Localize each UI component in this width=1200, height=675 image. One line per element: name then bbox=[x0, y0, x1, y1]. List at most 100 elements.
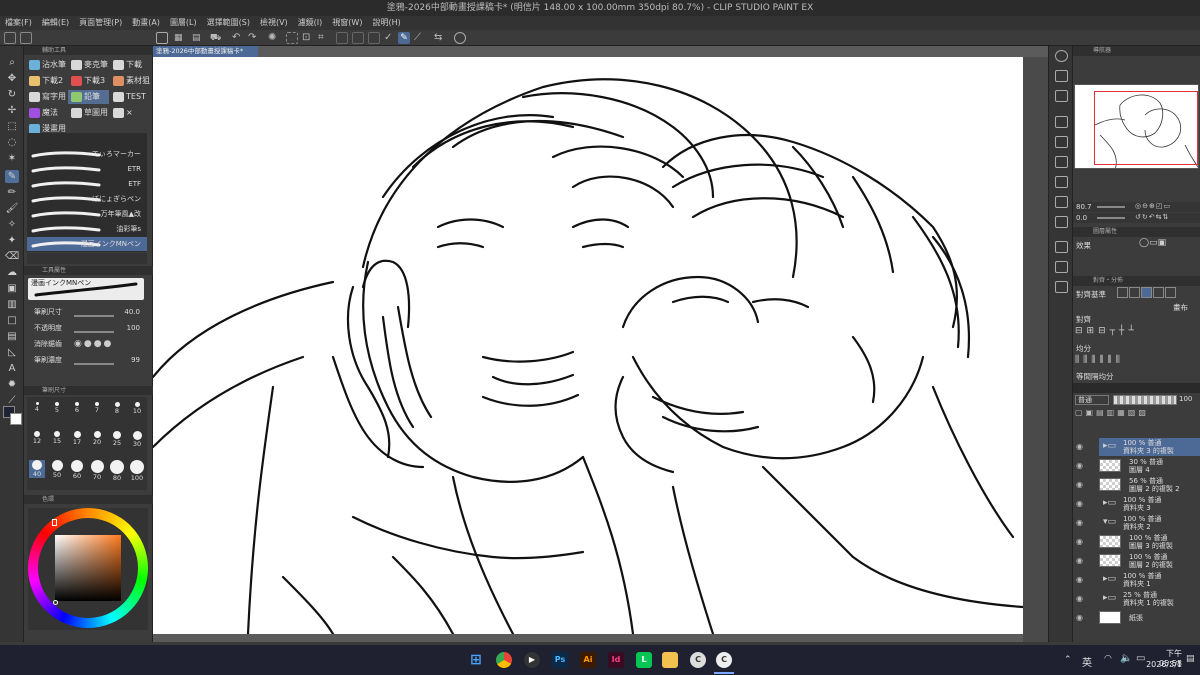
angle-value[interactable]: 0.0 bbox=[1076, 214, 1087, 222]
menu-item[interactable]: 視窗(W) bbox=[327, 16, 367, 30]
grid-icon[interactable] bbox=[368, 32, 380, 44]
brush-list-item[interactable]: ETF bbox=[27, 177, 147, 191]
property-value[interactable]: 100 bbox=[127, 321, 140, 335]
align-base-option[interactable] bbox=[1117, 287, 1128, 298]
subtool-item[interactable]: 麥克筆 bbox=[68, 58, 109, 72]
angle-slider[interactable] bbox=[1097, 217, 1125, 219]
crop-icon[interactable]: ⊡ bbox=[302, 32, 314, 44]
volume-icon[interactable]: 🔈 bbox=[1120, 653, 1132, 664]
clear-icon[interactable]: ▦ bbox=[174, 32, 186, 44]
fill-icon[interactable]: ▤ bbox=[192, 32, 204, 44]
layer-row[interactable]: 100 % 普通 圖層 2 的複製 bbox=[1099, 552, 1200, 570]
sub-color-swatch[interactable] bbox=[10, 413, 22, 425]
magic-wand-tool-icon[interactable]: ✶ bbox=[5, 152, 19, 165]
opacity-slider[interactable] bbox=[1113, 395, 1177, 405]
brush-tool-icon[interactable]: 🖌 bbox=[5, 202, 19, 215]
layer-visibility-icon[interactable]: ◉ bbox=[1076, 518, 1083, 527]
photoshop-icon[interactable]: Ps bbox=[552, 652, 568, 668]
new-file-icon[interactable] bbox=[4, 32, 16, 44]
pencil-tool-icon[interactable]: ✏ bbox=[5, 186, 19, 199]
start-icon[interactable]: ⊞ bbox=[468, 652, 484, 668]
transform-icon[interactable]: ⌗ bbox=[318, 32, 330, 44]
hue-marker[interactable] bbox=[52, 519, 57, 526]
figure-tool-icon[interactable]: □ bbox=[5, 314, 19, 327]
layer-row[interactable]: ▾▭ 100 % 普通 資料夾 2 bbox=[1099, 514, 1200, 532]
folder-icon[interactable]: ▸▭ bbox=[1103, 499, 1116, 508]
brush-size-option[interactable]: 70 bbox=[89, 460, 105, 481]
menu-item[interactable]: 檔案(F) bbox=[0, 16, 37, 30]
subtool-item[interactable]: 下載3 bbox=[68, 74, 109, 88]
brush-size-option[interactable]: 100 bbox=[129, 460, 145, 482]
brush-size-option[interactable]: 40 bbox=[29, 460, 45, 478]
line-snap-icon[interactable]: ⟋ bbox=[414, 32, 426, 44]
brush-list-item[interactable]: 万年筆風▲改 bbox=[27, 207, 147, 221]
menu-item[interactable]: 檢視(V) bbox=[255, 16, 293, 30]
file-explorer-icon[interactable] bbox=[662, 652, 678, 668]
layer-row[interactable]: 紙張 bbox=[1099, 609, 1200, 627]
illustrator-icon[interactable]: Ai bbox=[580, 652, 596, 668]
approximate-color-icon[interactable] bbox=[1055, 281, 1068, 293]
layer-visibility-icon[interactable]: ◉ bbox=[1076, 537, 1083, 546]
property-slider[interactable] bbox=[74, 331, 114, 333]
layer-visibility-icon[interactable]: ◉ bbox=[1076, 499, 1083, 508]
brush-size-option[interactable]: 10 bbox=[129, 402, 145, 415]
subtool-item[interactable]: 魔法 bbox=[26, 106, 67, 120]
zoom-buttons[interactable]: ◎⊖⊕◰▭ bbox=[1135, 202, 1171, 210]
layer-visibility-icon[interactable]: ◉ bbox=[1076, 575, 1083, 584]
zoom-value[interactable]: 80.7 bbox=[1076, 203, 1092, 211]
blend-tool-icon[interactable]: ☁ bbox=[5, 266, 19, 279]
clip-studio-paint-icon[interactable]: C bbox=[716, 652, 732, 668]
layer-row[interactable]: ▸▭ 100 % 普通 資料夾 3 的複製 bbox=[1099, 438, 1200, 456]
eraser-tool-icon[interactable]: ⌫ bbox=[5, 250, 19, 263]
menu-item[interactable]: 動畫(A) bbox=[127, 16, 165, 30]
redo-icon[interactable]: ↷ bbox=[248, 32, 260, 44]
layer-visibility-icon[interactable]: ◉ bbox=[1076, 442, 1083, 451]
align-base-option[interactable] bbox=[1165, 287, 1176, 298]
brush-size-option[interactable]: 5 bbox=[49, 402, 65, 414]
menu-item[interactable]: 編輯(E) bbox=[37, 16, 74, 30]
folder-icon[interactable]: ▾▭ bbox=[1103, 518, 1116, 527]
undo-icon[interactable]: ↶ bbox=[232, 32, 244, 44]
saturation-value-square[interactable] bbox=[55, 535, 121, 601]
zoom-tool-icon[interactable]: ⌕ bbox=[5, 56, 19, 69]
check-icon[interactable]: ✓ bbox=[384, 32, 396, 44]
property-slider[interactable] bbox=[74, 363, 114, 365]
effect-icons[interactable]: ◯▭▣ bbox=[1139, 238, 1166, 248]
brush-size-option[interactable]: 30 bbox=[129, 431, 145, 448]
layer-row[interactable]: ▸▭ 100 % 普通 資料夾 3 bbox=[1099, 495, 1200, 513]
brush-size-option[interactable]: 8 bbox=[109, 402, 125, 415]
view-frame[interactable] bbox=[1094, 91, 1198, 165]
align-icon[interactable] bbox=[1055, 216, 1068, 228]
subtool-item[interactable]: 沾水筆 bbox=[26, 58, 67, 72]
line-icon[interactable]: L bbox=[636, 652, 652, 668]
brush-size-option[interactable]: 12 bbox=[29, 431, 45, 445]
brush-size-option[interactable]: 20 bbox=[89, 431, 105, 446]
property-value[interactable]: 99 bbox=[131, 353, 140, 367]
brush-size-option[interactable]: 80 bbox=[109, 460, 125, 482]
sub-view-icon[interactable] bbox=[1055, 116, 1068, 128]
layer-visibility-icon[interactable]: ◉ bbox=[1076, 480, 1083, 489]
brush-list-item[interactable]: ETR bbox=[27, 162, 147, 176]
brush-size-option[interactable]: 4 bbox=[29, 402, 45, 413]
drawing-canvas[interactable] bbox=[153, 57, 1023, 634]
brush-list-item[interactable]: 油彩筆s bbox=[27, 222, 147, 236]
subtool-item[interactable]: 鉛筆 bbox=[68, 90, 109, 104]
chrome-icon[interactable] bbox=[496, 652, 512, 668]
brush-list-item[interactable]: ぼにょぎらペン bbox=[27, 192, 147, 206]
notification-icon[interactable]: ▤ bbox=[1186, 654, 1195, 664]
opacity-value[interactable]: 100 bbox=[1179, 395, 1192, 403]
canvas-side-scrollbar[interactable] bbox=[1023, 57, 1048, 642]
folder-icon[interactable]: ▸▭ bbox=[1103, 575, 1116, 584]
antialias-options[interactable]: ◉●●● bbox=[74, 337, 113, 351]
align-base-option[interactable] bbox=[1129, 287, 1140, 298]
brush-size-option[interactable]: 25 bbox=[109, 431, 125, 447]
subtool-item[interactable]: 下載2 bbox=[26, 74, 67, 88]
menu-item[interactable]: 濾鏡(I) bbox=[293, 16, 328, 30]
brush-size-option[interactable]: 50 bbox=[49, 460, 65, 479]
layer-visibility-icon[interactable]: ◉ bbox=[1076, 556, 1083, 565]
rotate-buttons[interactable]: ↺↻↶⇆⇅ bbox=[1135, 213, 1169, 221]
blend-mode-select[interactable]: 普通 bbox=[1075, 395, 1109, 405]
tool-property-row[interactable]: 筆刷濃度 99 bbox=[34, 353, 146, 367]
info-icon[interactable] bbox=[454, 32, 466, 44]
brush-size-option[interactable]: 6 bbox=[69, 402, 85, 414]
